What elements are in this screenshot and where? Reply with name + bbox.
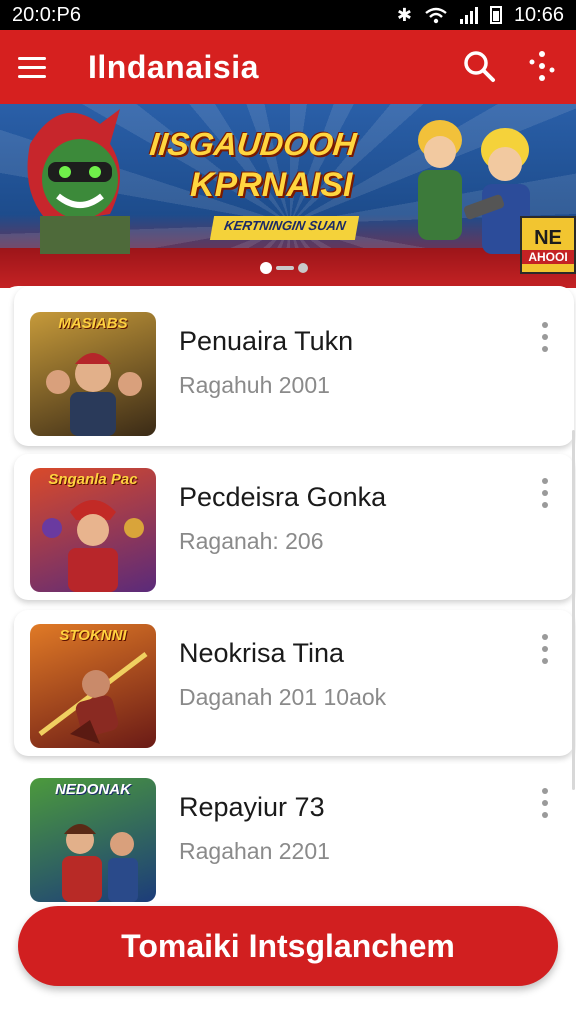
banner-tagline: KERTNINGIN SUAN bbox=[209, 216, 360, 240]
kebab-icon[interactable] bbox=[534, 478, 556, 508]
new-badge: NE AHOOI bbox=[520, 216, 576, 274]
game-thumbnail: MASIABS bbox=[30, 312, 156, 436]
game-subtitle: Daganah 201 10aok bbox=[179, 684, 387, 710]
game-thumbnail: STOKNNI bbox=[30, 624, 156, 748]
list-item[interactable]: STOKNNI Neokrisa Tina Daganah 201 10aok bbox=[14, 610, 574, 756]
battery-icon bbox=[489, 6, 502, 24]
status-bar: 20:0:P6 ✱ 10:66 bbox=[0, 0, 576, 30]
kebab-icon[interactable] bbox=[534, 788, 556, 818]
signal-icon bbox=[459, 6, 478, 24]
promo-banner[interactable]: IISGAUDOOH KPRNAISI KERTNINGIN SUAN NE A… bbox=[0, 104, 576, 288]
game-subtitle: Ragahan 2201 bbox=[179, 838, 330, 864]
game-title: Repayiur 73 bbox=[179, 792, 325, 822]
kebab-icon[interactable] bbox=[534, 634, 556, 664]
list-item[interactable]: MASIABS Penuaira Tukn Ragahuh 2001 bbox=[14, 286, 574, 446]
scrollbar[interactable] bbox=[572, 430, 575, 790]
game-title: Pecdeisra Gonka bbox=[179, 482, 387, 512]
game-title: Neokrisa Tina bbox=[179, 638, 345, 668]
hamburger-icon bbox=[18, 56, 46, 60]
game-thumbnail: NEDONAK bbox=[30, 778, 156, 902]
bluetooth-icon: ✱ bbox=[396, 5, 412, 25]
more-icon[interactable] bbox=[524, 48, 560, 84]
villain-character-image bbox=[27, 109, 130, 254]
carousel-indicator[interactable] bbox=[260, 262, 308, 274]
search-icon[interactable] bbox=[462, 49, 496, 83]
wifi-icon bbox=[425, 7, 447, 24]
kebab-icon[interactable] bbox=[534, 322, 556, 352]
game-subtitle: Raganah: 206 bbox=[179, 528, 324, 554]
app-title: Ilndanaisia bbox=[88, 48, 259, 85]
app-bar: Ilndanaisia bbox=[0, 30, 576, 104]
game-title: Penuaira Tukn bbox=[179, 326, 354, 356]
list-item[interactable]: NEDONAK Repayiur 73 Ragahan 2201 bbox=[14, 764, 574, 910]
status-time-left: 20:0:P6 bbox=[12, 3, 81, 26]
game-subtitle: Ragahuh 2001 bbox=[179, 372, 330, 398]
banner-subtitle: KPRNAISI bbox=[190, 166, 353, 204]
game-thumbnail: Snganla Pac bbox=[30, 468, 156, 592]
list-item[interactable]: Snganla Pac Pecdeisra Gonka Raganah: 206 bbox=[14, 454, 574, 600]
menu-button[interactable] bbox=[18, 47, 58, 87]
status-icons: ✱ 10:66 bbox=[397, 4, 564, 27]
status-time-right: 10:66 bbox=[513, 3, 564, 26]
primary-cta-button[interactable]: Tomaiki Intsglanchem bbox=[18, 906, 558, 986]
game-list: MASIABS Penuaira Tukn Ragahuh 2001 Sngan… bbox=[0, 286, 576, 910]
